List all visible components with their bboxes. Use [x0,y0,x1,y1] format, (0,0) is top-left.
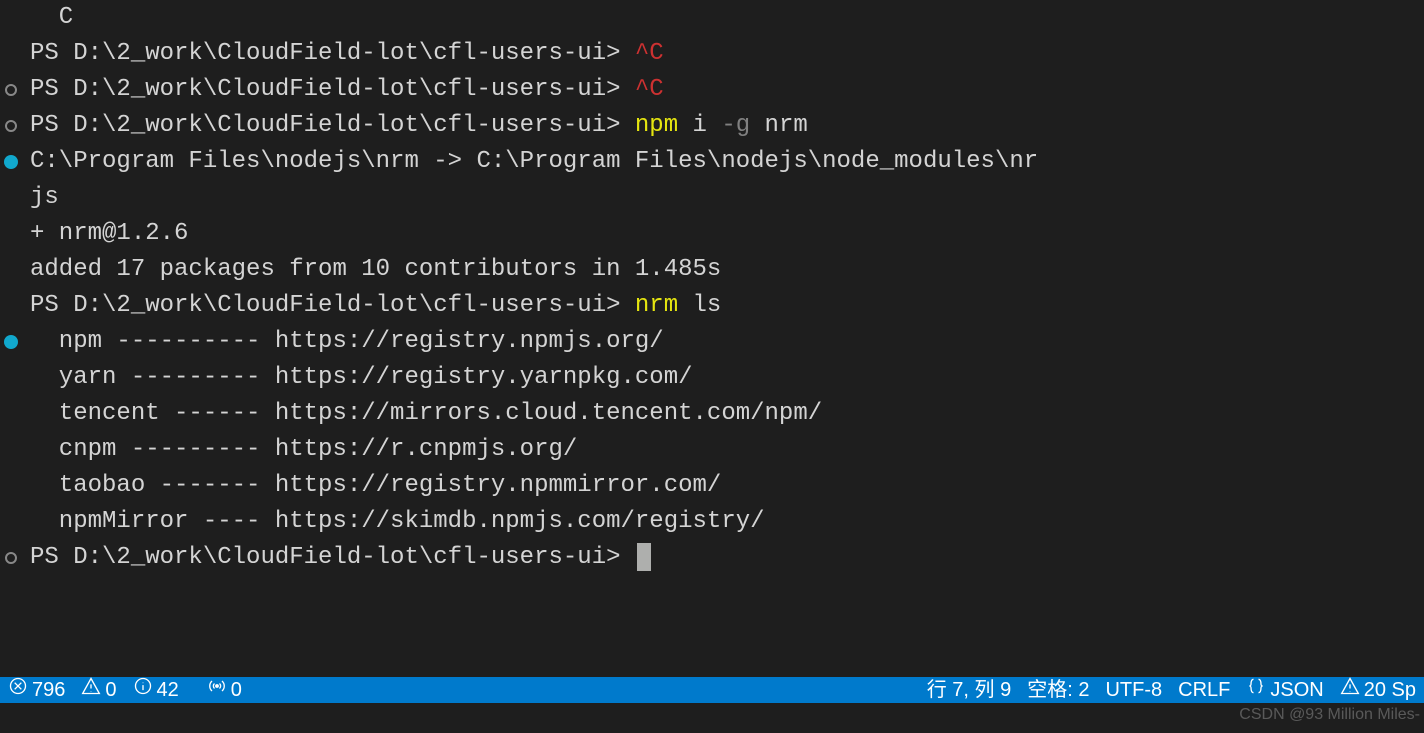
change-marker-dot [4,335,18,349]
text-segment: npmMirror ---- https://skimdb.npmjs.com/… [30,508,765,535]
text-segment: PS D:\2_work\CloudField-lot\cfl-users-ui… [30,544,635,571]
warning-icon [1340,677,1360,703]
text-segment: ls [693,292,722,319]
text-segment: js [30,184,59,211]
sb-warnings[interactable]: 0 [73,677,124,703]
sb-info[interactable]: 42 [125,677,187,703]
text-segment: npm [635,112,693,139]
change-marker-hollow [5,120,17,132]
terminal-line: npmMirror ---- https://skimdb.npmjs.com/… [0,504,1424,540]
text-segment: tencent ------ https://mirrors.cloud.ten… [30,400,822,427]
line-content: PS D:\2_work\CloudField-lot\cfl-users-ui… [22,36,664,72]
terminal-line: cnpm --------- https://r.cnpmjs.org/ [0,432,1424,468]
gutter [0,84,22,96]
text-segment: PS D:\2_work\CloudField-lot\cfl-users-ui… [30,40,635,67]
line-content: tencent ------ https://mirrors.cloud.ten… [22,396,822,432]
terminal-line: PS D:\2_work\CloudField-lot\cfl-users-ui… [0,72,1424,108]
sb-warnings-count: 0 [105,677,116,703]
text-segment: -g [721,112,764,139]
terminal-line: PS D:\2_work\CloudField-lot\cfl-users-ui… [0,108,1424,144]
line-content: cnpm --------- https://r.cnpmjs.org/ [22,432,577,468]
text-segment: taobao ------- https://registry.npmmirro… [30,472,721,499]
sb-errors[interactable]: 796 [0,677,73,703]
terminal-line: npm ---------- https://registry.npmjs.or… [0,324,1424,360]
terminal-line: taobao ------- https://registry.npmmirro… [0,468,1424,504]
line-content: js [22,180,59,216]
sb-eol[interactable]: CRLF [1170,677,1238,703]
text-segment: npm ---------- https://registry.npmjs.or… [30,328,664,355]
text-segment: PS D:\2_work\CloudField-lot\cfl-users-ui… [30,292,635,319]
sb-errors-count: 796 [32,677,65,703]
gutter [0,552,22,564]
change-marker-dot [4,155,18,169]
line-content: PS D:\2_work\CloudField-lot\cfl-users-ui… [22,72,664,108]
radio-tower-icon [207,677,227,703]
terminal-line: + nrm@1.2.6 [0,216,1424,252]
line-content: + nrm@1.2.6 [22,216,188,252]
gutter [0,120,22,132]
text-segment: nrm [765,112,808,139]
sb-spaces[interactable]: 空格: 2 [1019,677,1097,703]
terminal-line: js [0,180,1424,216]
text-segment: PS D:\2_work\CloudField-lot\cfl-users-ui… [30,76,635,103]
text-segment: C [30,4,73,31]
line-content: PS D:\2_work\CloudField-lot\cfl-users-ui… [22,288,721,324]
line-content: yarn --------- https://registry.yarnpkg.… [22,360,693,396]
text-segment: i [693,112,722,139]
sb-right-warning[interactable]: 20 Sp [1332,677,1424,703]
line-content: npm ---------- https://registry.npmjs.or… [22,324,664,360]
line-content: npmMirror ---- https://skimdb.npmjs.com/… [22,504,765,540]
text-segment: nrm [635,292,693,319]
line-content: taobao ------- https://registry.npmmirro… [22,468,721,504]
text-segment: + nrm@1.2.6 [30,220,188,247]
status-bar: 796 0 42 0 行 7, 列 9 空格: 2 UTF-8 CRLF JSO… [0,677,1424,703]
terminal-line: PS D:\2_work\CloudField-lot\cfl-users-ui… [0,36,1424,72]
text-segment: PS D:\2_work\CloudField-lot\cfl-users-ui… [30,112,635,139]
text-segment: C:\Program Files\nodejs\nrm -> C:\Progra… [30,148,1038,175]
sb-language[interactable]: JSON [1238,677,1331,703]
sb-info-count: 42 [157,677,179,703]
error-icon [8,677,28,703]
sb-ports[interactable]: 0 [199,677,250,703]
line-content: C [22,0,73,36]
text-segment: added 17 packages from 10 contributors i… [30,256,721,283]
terminal-line: added 17 packages from 10 contributors i… [0,252,1424,288]
terminal-line: PS D:\2_work\CloudField-lot\cfl-users-ui… [0,288,1424,324]
gutter [0,155,22,169]
text-segment: ^C [635,76,664,103]
terminal-line: tencent ------ https://mirrors.cloud.ten… [0,396,1424,432]
line-content: C:\Program Files\nodejs\nrm -> C:\Progra… [22,144,1038,180]
terminal-line: C [0,0,1424,36]
line-content: PS D:\2_work\CloudField-lot\cfl-users-ui… [22,540,651,576]
json-icon [1246,677,1266,703]
terminal-output[interactable]: C PS D:\2_work\CloudField-lot\cfl-users-u… [0,0,1424,576]
text-segment: ^C [635,40,664,67]
text-segment: cnpm --------- https://r.cnpmjs.org/ [30,436,577,463]
sb-encoding[interactable]: UTF-8 [1097,677,1170,703]
watermark: CSDN @93 Million Miles- [1239,703,1420,727]
gutter [0,335,22,349]
sb-cursor-position[interactable]: 行 7, 列 9 [919,677,1019,703]
change-marker-hollow [5,84,17,96]
cursor [637,543,651,571]
info-icon [133,677,153,703]
warning-icon [81,677,101,703]
terminal-line: yarn --------- https://registry.yarnpkg.… [0,360,1424,396]
terminal-line: PS D:\2_work\CloudField-lot\cfl-users-ui… [0,540,1424,576]
line-content: added 17 packages from 10 contributors i… [22,252,721,288]
change-marker-hollow [5,552,17,564]
text-segment: yarn --------- https://registry.yarnpkg.… [30,364,693,391]
sb-ports-count: 0 [231,677,242,703]
line-content: PS D:\2_work\CloudField-lot\cfl-users-ui… [22,108,808,144]
terminal-line: C:\Program Files\nodejs\nrm -> C:\Progra… [0,144,1424,180]
